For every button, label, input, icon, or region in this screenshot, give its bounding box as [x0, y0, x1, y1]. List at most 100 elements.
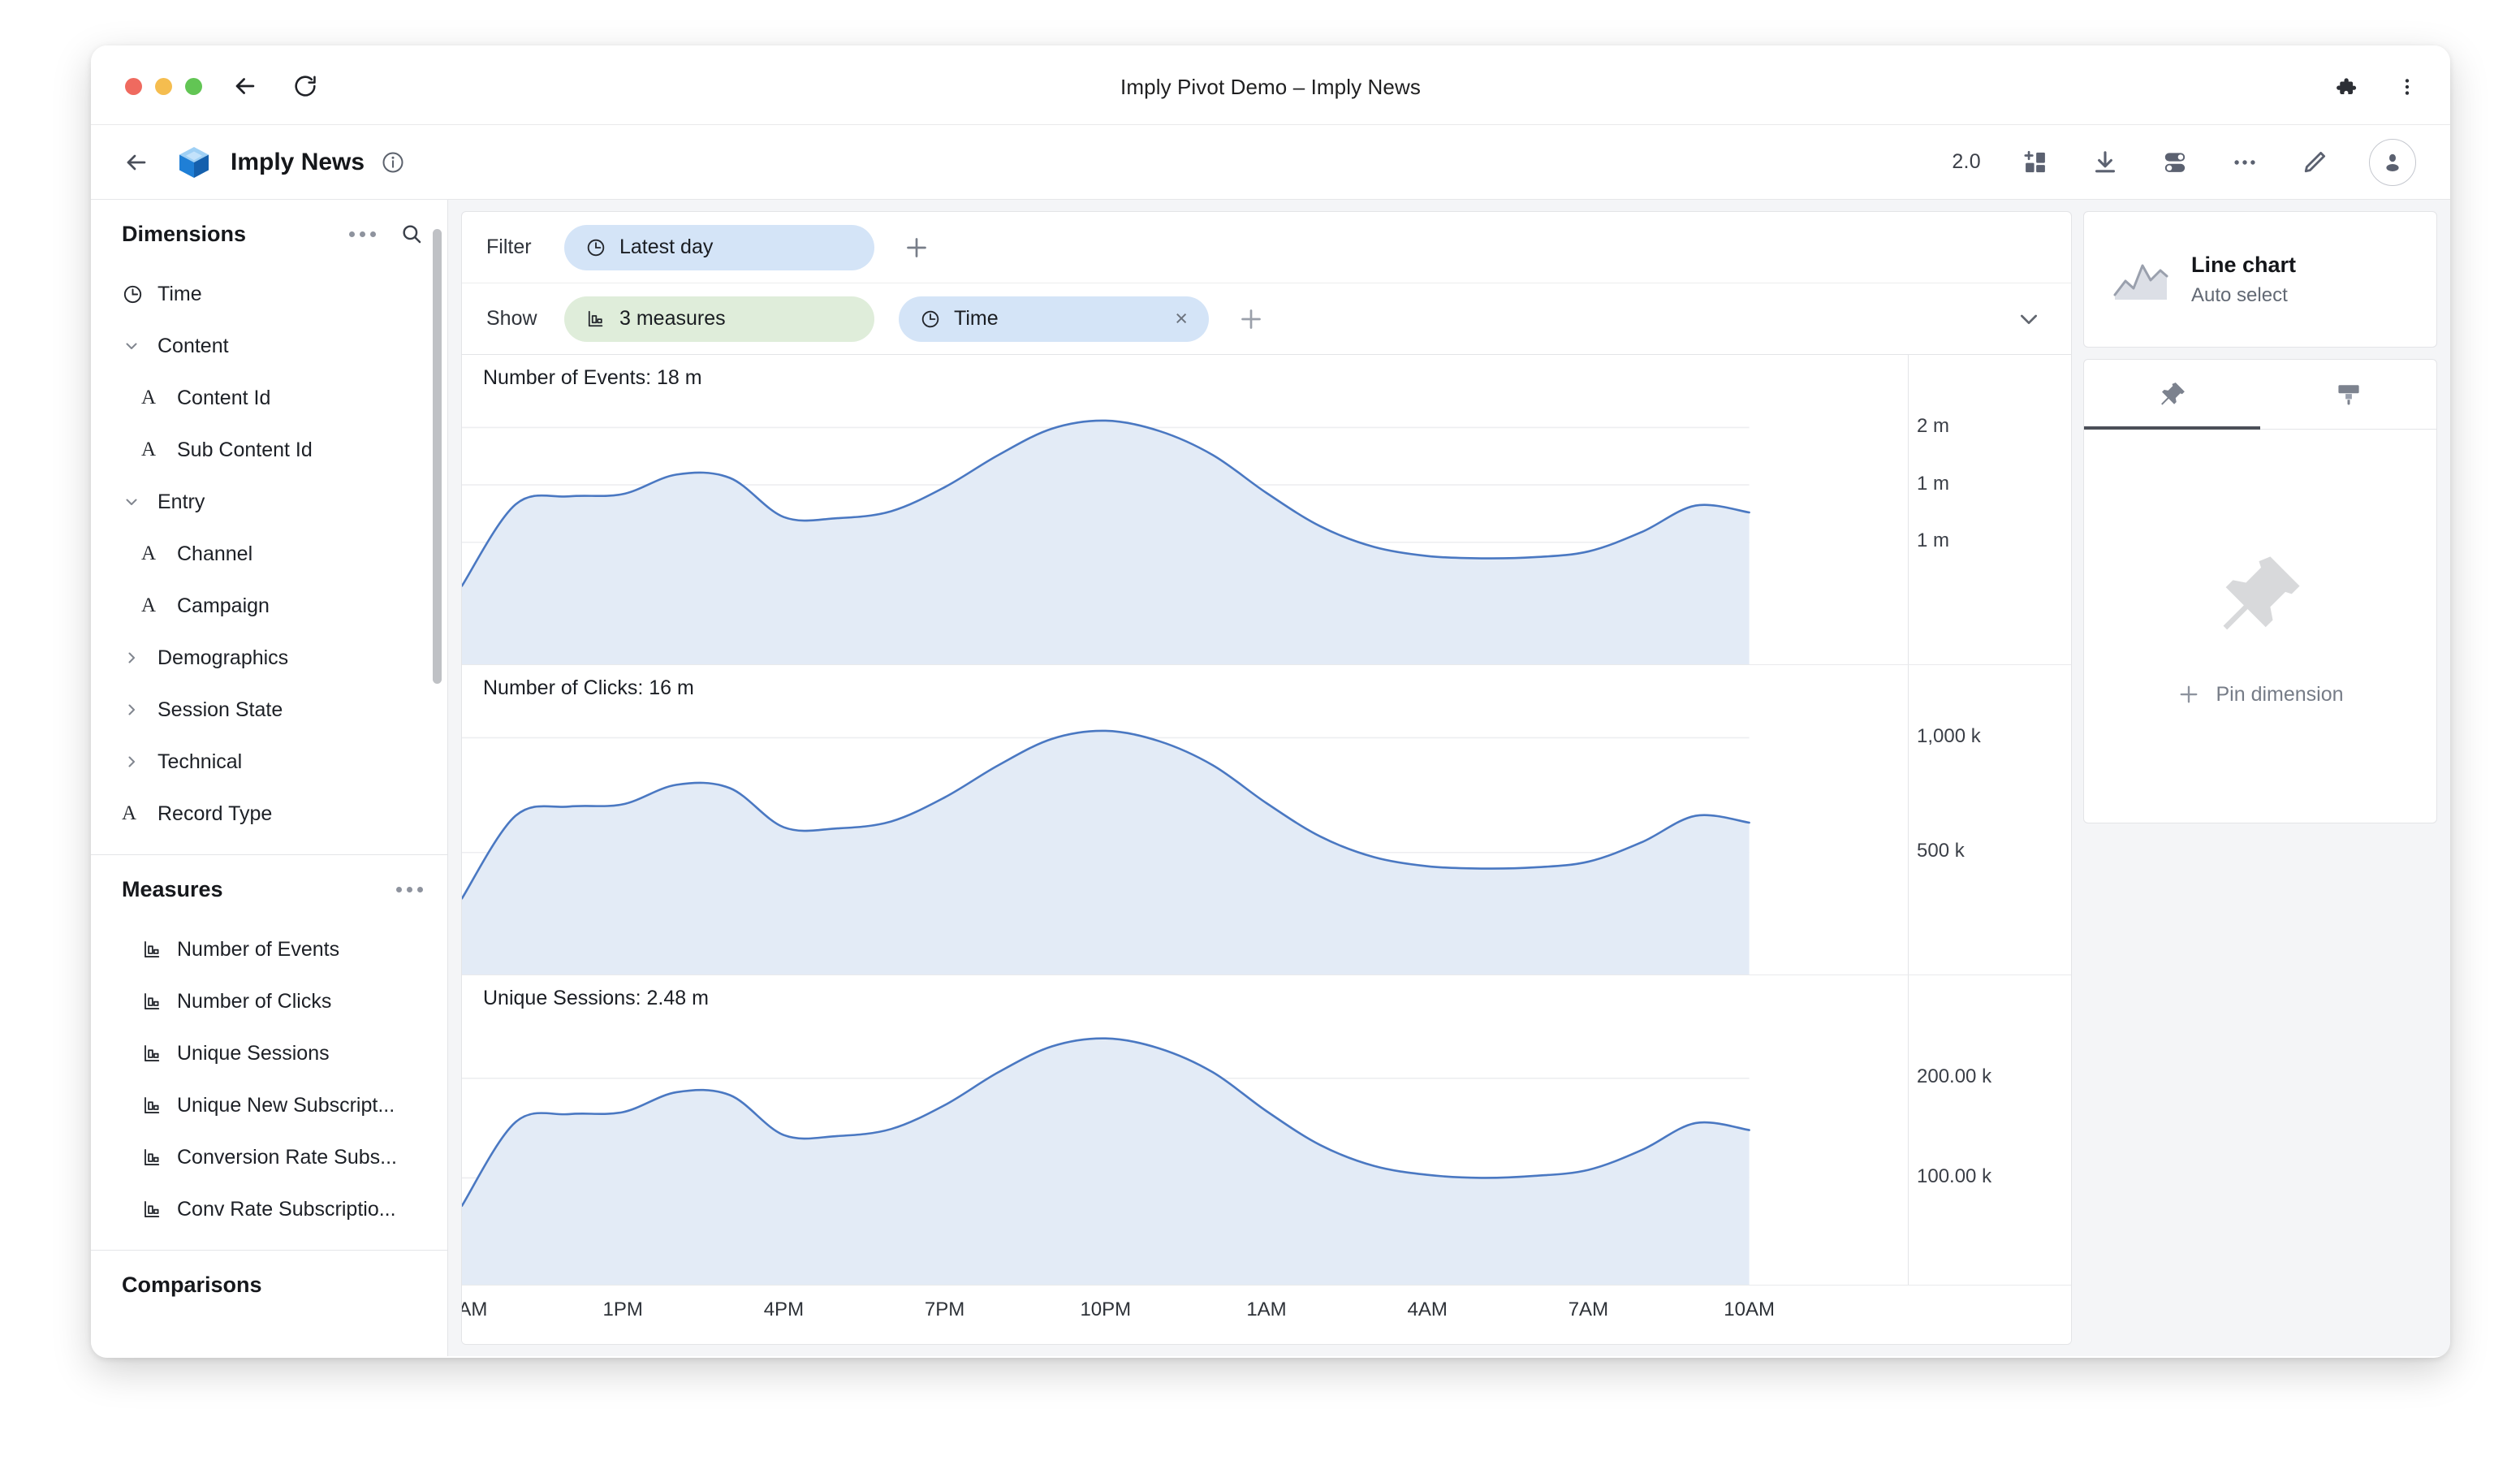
filter-label: Filter	[486, 236, 564, 259]
remove-time-split-icon[interactable]: ×	[1142, 308, 1188, 330]
sidebar-group-demographics[interactable]: Demographics	[91, 632, 447, 684]
sidebar-group-technical[interactable]: Technical	[91, 736, 447, 788]
download-icon[interactable]	[2090, 147, 2121, 178]
left-sidebar: Dimensions Time Content	[91, 200, 448, 1356]
chart-stack: Number of Events: 18 m 2 m 1 m 1 m Numbe…	[462, 355, 2071, 1344]
visualization-name: Line chart	[2191, 253, 2296, 278]
chart-unique-sessions[interactable]: Unique Sessions: 2.48 m 200.00 k 100.00 …	[462, 975, 2071, 1286]
pin-dimension-button[interactable]: Pin dimension	[2177, 682, 2343, 707]
screenshot-root: Imply Pivot Demo – Imply News Imply News	[0, 0, 2520, 1465]
tab-format[interactable]	[2260, 360, 2436, 429]
page-title: Imply News	[231, 149, 365, 176]
sidebar-group-content[interactable]: Content	[91, 320, 447, 372]
sidebar-item-label: Campaign	[177, 594, 270, 618]
kebab-menu-icon[interactable]	[2393, 73, 2421, 101]
browser-chrome-bar: Imply Pivot Demo – Imply News	[91, 45, 2450, 125]
measures-title: Measures	[122, 877, 223, 902]
sidebar-measure-unique-new-subscriptions[interactable]: Unique New Subscript...	[91, 1079, 447, 1131]
dimensions-search-icon[interactable]	[400, 223, 423, 245]
measure-bar-icon	[585, 309, 613, 329]
sidebar-item-content-id[interactable]: A Content Id	[91, 372, 447, 424]
imply-cube-logo-icon	[177, 145, 211, 180]
comparisons-header[interactable]: Comparisons	[91, 1251, 447, 1319]
toggles-icon[interactable]	[2160, 147, 2190, 178]
right-panel: Line chart Auto select	[2083, 200, 2450, 1356]
sidebar-item-channel[interactable]: A Channel	[91, 528, 447, 580]
x-tick-label: 1AM	[1246, 1299, 1286, 1321]
measure-bar-icon	[141, 939, 169, 960]
measure-bar-icon	[141, 1199, 169, 1220]
center-column: Filter Latest day Show	[448, 200, 2083, 1356]
tab-pin[interactable]	[2084, 360, 2260, 429]
sidebar-item-label: Session State	[158, 698, 283, 722]
x-tick-label: 4PM	[764, 1299, 804, 1321]
sidebar-measure-conv-rate-subscription[interactable]: Conv Rate Subscriptio...	[91, 1183, 447, 1235]
pinboard-tabs	[2084, 360, 2436, 430]
measures-more-icon[interactable]	[396, 887, 423, 892]
add-tile-icon[interactable]	[2020, 147, 2051, 178]
clock-icon	[585, 237, 613, 258]
filter-row: Filter Latest day	[462, 212, 2071, 283]
y-tick-label: 2 m	[1917, 415, 1949, 438]
show-pill-label: Time	[954, 307, 999, 331]
info-circle-icon[interactable]	[381, 150, 405, 175]
line-chart-icon	[2112, 254, 2170, 305]
sidebar-scrollbar[interactable]	[433, 229, 442, 684]
chart-title: Number of Events: 18 m	[483, 366, 702, 390]
sidebar-item-label: Number of Clicks	[177, 990, 331, 1013]
sidebar-item-label: Record Type	[158, 802, 272, 826]
ellipsis-icon[interactable]	[2229, 147, 2260, 178]
sidebar-measure-conversion-rate-subs[interactable]: Conversion Rate Subs...	[91, 1131, 447, 1183]
x-tick-label: 10AM	[461, 1299, 487, 1321]
x-tick-label: 7AM	[1569, 1299, 1608, 1321]
sidebar-item-label: Content Id	[177, 387, 270, 410]
plus-icon	[2177, 682, 2201, 707]
sidebar-item-campaign[interactable]: A Campaign	[91, 580, 447, 632]
show-pill-time[interactable]: Time ×	[899, 296, 1209, 342]
sidebar-measure-unique-sessions[interactable]: Unique Sessions	[91, 1027, 447, 1079]
chart-number-of-events[interactable]: Number of Events: 18 m 2 m 1 m 1 m	[462, 355, 2071, 665]
sidebar-item-record-type[interactable]: A Record Type	[91, 788, 447, 840]
clock-icon	[920, 309, 947, 330]
sidebar-measure-number-of-events[interactable]: Number of Events	[91, 923, 447, 975]
chevron-down-icon	[122, 492, 149, 512]
visualization-card: Filter Latest day Show	[461, 211, 2072, 1345]
show-pill-measures[interactable]: 3 measures	[564, 296, 874, 342]
add-filter-button[interactable]	[899, 230, 934, 266]
add-split-button[interactable]	[1233, 301, 1269, 337]
app-back-icon[interactable]	[122, 148, 151, 177]
visualization-selector[interactable]: Line chart Auto select	[2083, 211, 2437, 348]
browser-toolbar-right	[2332, 73, 2421, 101]
pin-large-icon	[2210, 546, 2311, 646]
expand-query-bar-icon[interactable]	[2016, 306, 2042, 332]
y-tick-label: 100.00 k	[1917, 1165, 1991, 1188]
visualization-subtitle: Auto select	[2191, 284, 2296, 307]
sidebar-item-label: Unique New Subscript...	[177, 1094, 395, 1117]
pin-icon	[2157, 379, 2188, 410]
sidebar-item-time[interactable]: Time	[91, 268, 447, 320]
measure-bar-icon	[141, 1147, 169, 1168]
user-account-button[interactable]	[2369, 139, 2416, 186]
x-tick-label: 10PM	[1080, 1299, 1131, 1321]
string-a-icon: A	[141, 542, 169, 565]
y-tick-label: 500 k	[1917, 840, 1965, 862]
dimensions-more-icon[interactable]	[349, 231, 376, 237]
chart-number-of-clicks[interactable]: Number of Clicks: 16 m 1,000 k 500 k	[462, 665, 2071, 975]
string-a-icon: A	[141, 439, 169, 461]
filter-pill-latest-day[interactable]: Latest day	[564, 225, 874, 270]
show-row: Show 3 measures Time ×	[462, 283, 2071, 355]
puzzle-piece-icon[interactable]	[2332, 73, 2359, 101]
sidebar-group-entry[interactable]: Entry	[91, 476, 447, 528]
sidebar-item-label: Number of Events	[177, 938, 339, 962]
measure-bar-icon	[141, 1043, 169, 1064]
x-tick-label: 1PM	[603, 1299, 643, 1321]
measure-bar-icon	[141, 1095, 169, 1116]
show-pill-label: 3 measures	[619, 307, 726, 331]
sidebar-item-label: Conv Rate Subscriptio...	[177, 1198, 396, 1221]
measures-header: Measures	[91, 855, 447, 923]
sidebar-measure-number-of-clicks[interactable]: Number of Clicks	[91, 975, 447, 1027]
pencil-icon[interactable]	[2299, 147, 2330, 178]
pinboard-card: Pin dimension	[2083, 359, 2437, 823]
sidebar-group-session-state[interactable]: Session State	[91, 684, 447, 736]
sidebar-item-sub-content-id[interactable]: A Sub Content Id	[91, 424, 447, 476]
